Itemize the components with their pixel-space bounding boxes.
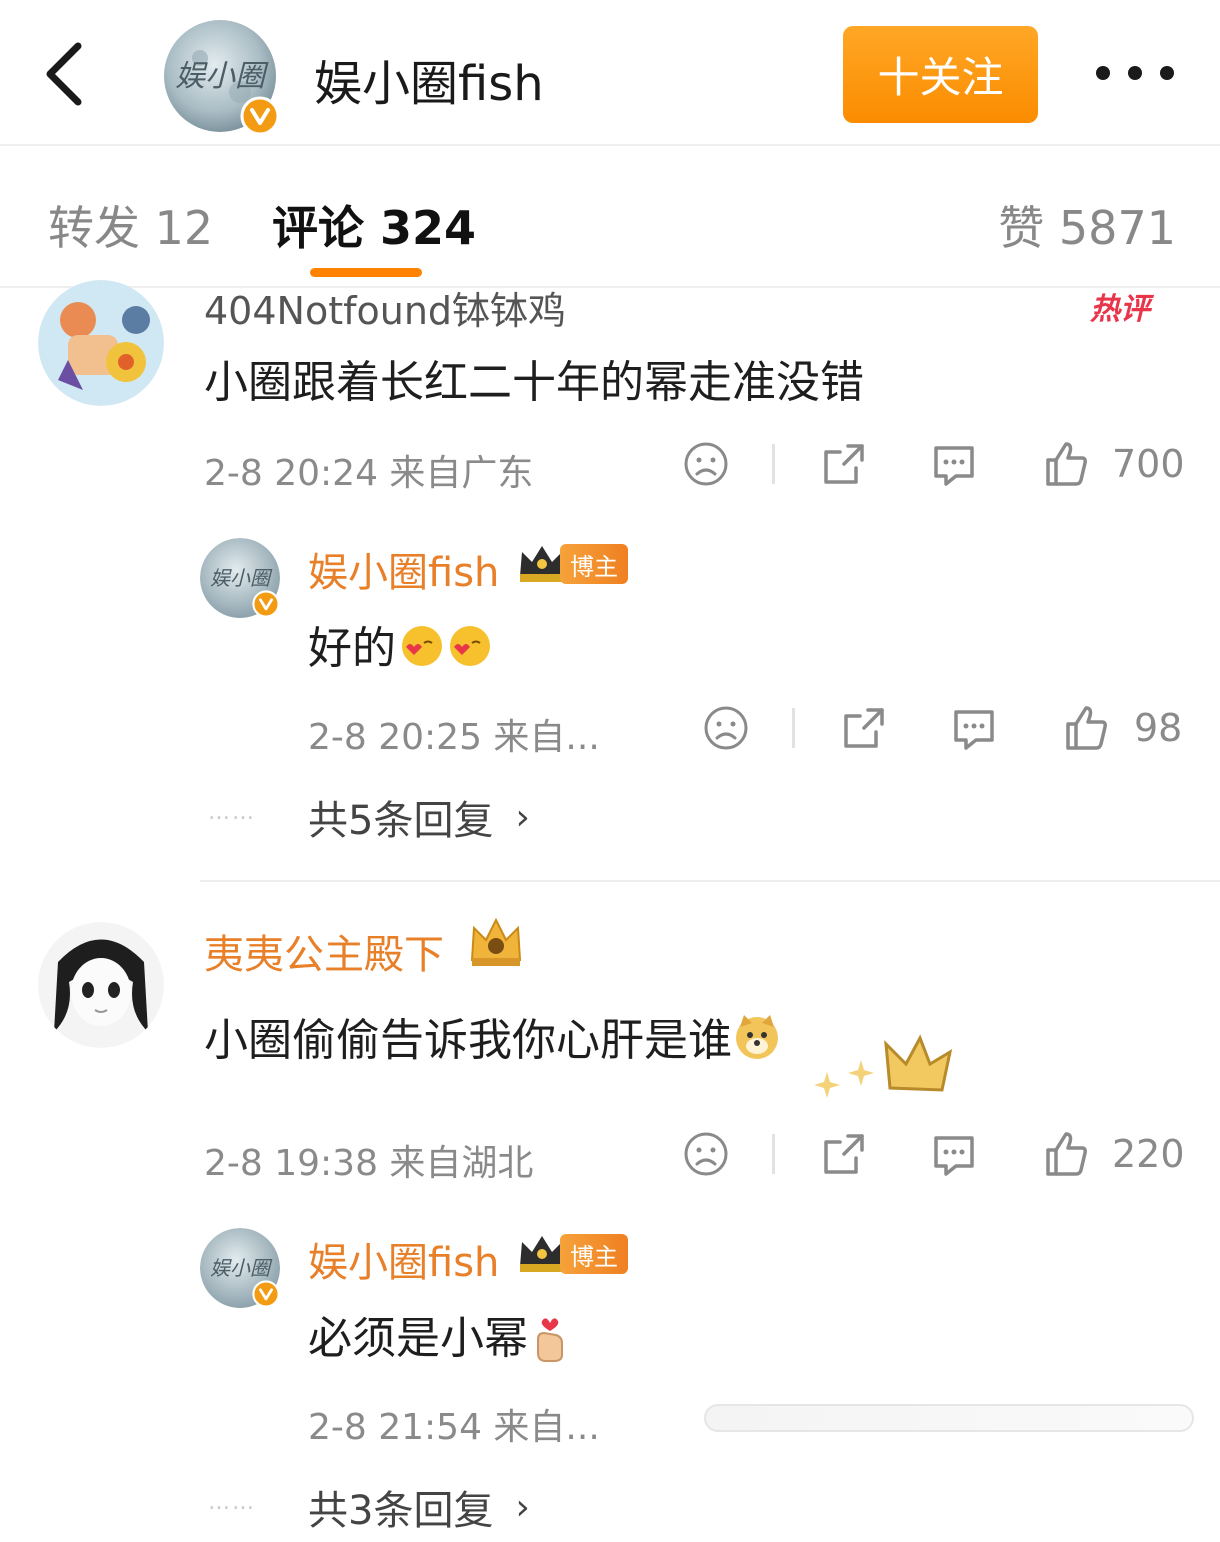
view-more-replies-link[interactable]: 共5条回复 ›	[308, 788, 530, 846]
reply-username[interactable]: 娱小圈fish	[308, 1230, 499, 1288]
dislike-icon[interactable]	[680, 1128, 732, 1180]
share-icon[interactable]	[838, 702, 890, 754]
comment-meta: 2-8 19:38 来自湖北	[204, 1143, 534, 1184]
verified-v-icon	[252, 1280, 280, 1308]
separator	[772, 1134, 775, 1174]
blogger-badge: 博主	[560, 544, 628, 584]
reply-text-content: 必须是小幂	[308, 1313, 528, 1364]
svg-text:娱小圈: 娱小圈	[175, 59, 269, 94]
tab-likes[interactable]: 赞 5871	[998, 192, 1176, 258]
commenter-avatar[interactable]	[38, 922, 164, 1048]
reply-thread-leader: ……	[208, 800, 256, 825]
tab-comments[interactable]: 评论 324	[272, 192, 476, 258]
dislike-icon[interactable]	[700, 702, 752, 754]
reply-icon[interactable]	[948, 702, 1000, 754]
separator	[772, 444, 775, 484]
separator	[792, 708, 795, 748]
like-icon[interactable]	[1060, 702, 1112, 754]
crown-decoration-icon	[810, 1030, 960, 1100]
like-count: 98	[1134, 706, 1183, 750]
stats-tabs: 转发 12 评论 324 赞 5871	[0, 148, 1220, 288]
comment-divider	[200, 880, 1220, 882]
svg-text:娱小圈: 娱小圈	[210, 566, 273, 590]
comment-text-content: 小圈偷偷告诉我你心肝是谁	[204, 1015, 732, 1066]
more-dots-icon[interactable]	[1090, 50, 1180, 96]
hot-comment-tag: 热评	[1090, 292, 1150, 327]
reply-icon[interactable]	[928, 438, 980, 490]
like-icon[interactable]	[1040, 1128, 1092, 1180]
back-button[interactable]	[34, 34, 104, 114]
blogger-badge: 博主	[560, 1234, 628, 1274]
reply-text-content: 好的	[308, 623, 396, 674]
active-tab-indicator	[310, 268, 422, 277]
kiss-emoji-icon	[396, 621, 496, 682]
reply-meta: 2-8 20:25 来自...	[308, 717, 600, 758]
reply-thread-leader: ……	[208, 1490, 256, 1515]
reply-username[interactable]: 娱小圈fish	[308, 540, 499, 598]
chevron-right-icon: ›	[515, 796, 530, 838]
reply-icon[interactable]	[928, 1128, 980, 1180]
comment-text: 小圈跟着长红二十年的幂走准没错	[204, 357, 864, 408]
more-replies-label: 共3条回复	[308, 1488, 494, 1534]
commenter-username[interactable]: 夷夷公主殿下	[204, 922, 444, 980]
doge-emoji-icon	[732, 1013, 782, 1074]
dislike-icon[interactable]	[680, 438, 732, 490]
finger-heart-emoji-icon	[528, 1309, 572, 1374]
reply-text: 必须是小幂	[308, 1302, 572, 1374]
commenter-username[interactable]: 404Notfound钵钵鸡	[204, 280, 566, 335]
comment-meta: 2-8 20:24 来自广东	[204, 453, 534, 494]
like-count: 220	[1112, 1132, 1185, 1176]
follow-button[interactable]: 十关注	[843, 26, 1038, 123]
top-bar: 娱小圈 娱小圈fish 十关注	[0, 0, 1220, 146]
chevron-right-icon: ›	[515, 1486, 530, 1528]
like-count: 700	[1112, 442, 1185, 486]
more-replies-label: 共5条回复	[308, 798, 494, 844]
comment-text: 小圈偷偷告诉我你心肝是谁	[204, 1004, 782, 1074]
view-more-replies-link[interactable]: 共3条回复 ›	[308, 1478, 530, 1536]
account-name[interactable]: 娱小圈fish	[314, 44, 544, 114]
reply-meta: 2-8 21:54 来自...	[308, 1407, 600, 1448]
verified-v-icon	[240, 96, 280, 136]
back-arrow-icon	[46, 42, 82, 106]
loading-bar	[704, 1404, 1194, 1432]
svg-text:娱小圈: 娱小圈	[210, 1256, 273, 1280]
share-icon[interactable]	[818, 1128, 870, 1180]
share-icon[interactable]	[818, 438, 870, 490]
vip-crown-icon	[466, 914, 526, 970]
tab-repost[interactable]: 转发 12	[48, 192, 213, 258]
reply-text: 好的	[308, 612, 496, 682]
verified-v-icon	[252, 590, 280, 618]
like-icon[interactable]	[1040, 438, 1092, 490]
commenter-avatar[interactable]	[38, 280, 164, 406]
